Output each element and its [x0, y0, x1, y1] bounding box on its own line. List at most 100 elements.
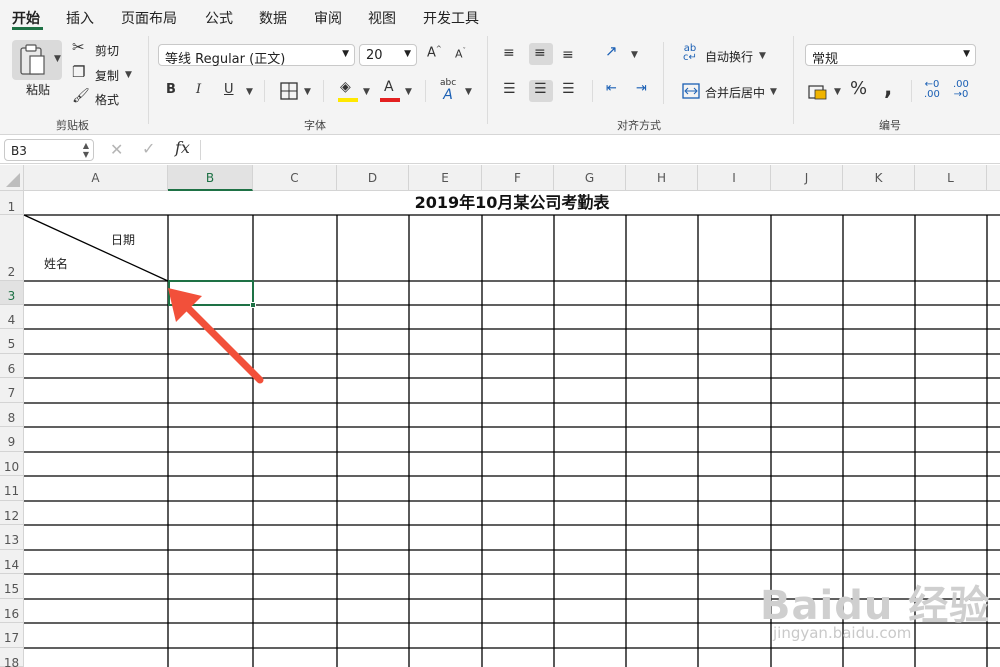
tab-formulas[interactable]: 公式	[205, 8, 233, 28]
chevron-down-icon[interactable]: ▼	[304, 87, 311, 97]
font-color-icon[interactable]: A	[384, 80, 394, 94]
row-header-10[interactable]: 10	[0, 452, 24, 476]
row-header-11[interactable]: 11	[0, 476, 24, 501]
sheet-title[interactable]: 2019年10月某公司考勤表	[24, 191, 1000, 215]
divider	[323, 80, 324, 102]
header-date-label: 日期	[111, 233, 136, 247]
orientation-icon[interactable]: ↗	[605, 44, 618, 59]
row-header-3[interactable]: 3	[0, 281, 24, 305]
underline-icon[interactable]: U	[224, 83, 234, 96]
row-header-12[interactable]: 12	[0, 501, 24, 525]
decrease-font-icon[interactable]: Aˇ	[455, 48, 466, 60]
borders-icon[interactable]	[280, 82, 298, 100]
column-header-d[interactable]: D	[337, 165, 409, 191]
align-middle-icon[interactable]: ≡	[534, 46, 546, 60]
align-top-icon[interactable]: ≡	[503, 46, 515, 60]
chevron-down-icon[interactable]: ▼	[363, 87, 370, 97]
merge-center-icon[interactable]	[682, 83, 700, 99]
copy-icon[interactable]: ❐	[72, 65, 85, 80]
column-header-h[interactable]: H	[626, 165, 698, 191]
column-header-l[interactable]: L	[915, 165, 987, 191]
phonetic-icon[interactable]: abc A	[440, 79, 456, 103]
font-name-select[interactable]: 等线 Regular (正文) ▼	[158, 44, 355, 67]
wrap-text-icon[interactable]: ab c↵	[683, 44, 697, 63]
column-header-c[interactable]: C	[253, 165, 337, 191]
select-all-corner[interactable]	[0, 165, 24, 191]
scissors-icon[interactable]: ✂	[72, 40, 85, 55]
copy-button[interactable]: 复制	[95, 67, 119, 84]
column-header-e[interactable]: E	[409, 165, 482, 191]
tab-review[interactable]: 审阅	[314, 8, 342, 28]
row-header-6[interactable]: 6	[0, 354, 24, 378]
column-header-k[interactable]: K	[843, 165, 915, 191]
chevron-down-icon[interactable]: ▼	[770, 87, 777, 97]
column-header-b[interactable]: B	[168, 165, 253, 191]
chevron-down-icon[interactable]: ▼	[465, 87, 472, 97]
number-format-select[interactable]: 常规 ▼	[805, 44, 976, 67]
align-bottom-icon[interactable]: ≡	[562, 48, 574, 62]
fill-color-swatch	[338, 98, 358, 102]
row-header-1[interactable]: 1	[0, 191, 24, 215]
row-header-4[interactable]: 4	[0, 305, 24, 329]
column-header-f[interactable]: F	[482, 165, 554, 191]
increase-indent-icon[interactable]: ⇥	[636, 82, 647, 95]
row-header-7[interactable]: 7	[0, 378, 24, 403]
cut-button[interactable]: 剪切	[95, 42, 119, 59]
row-header-18[interactable]: 18	[0, 648, 24, 667]
accounting-format-icon[interactable]	[808, 84, 828, 100]
percent-icon[interactable]: %	[850, 80, 867, 98]
paste-button[interactable]: ▼	[12, 40, 62, 80]
tab-page-layout[interactable]: 页面布局	[121, 8, 177, 28]
tab-insert[interactable]: 插入	[66, 8, 94, 28]
row-header-8[interactable]: 8	[0, 403, 24, 427]
decrease-indent-icon[interactable]: ⇤	[606, 82, 617, 95]
align-right-icon[interactable]: ☰	[562, 82, 575, 96]
chevron-down-icon[interactable]: ▼	[834, 87, 841, 97]
column-header-i[interactable]: I	[698, 165, 771, 191]
name-box[interactable]: B3 ▲ ▼	[4, 139, 94, 161]
row-header-14[interactable]: 14	[0, 550, 24, 574]
chevron-down-icon[interactable]: ▼	[405, 87, 412, 97]
merge-center-button[interactable]: 合并后居中	[705, 84, 765, 101]
group-label-font: 字体	[304, 119, 326, 132]
tab-view[interactable]: 视图	[368, 8, 396, 28]
formula-input[interactable]	[208, 143, 988, 159]
font-size-select[interactable]: 20 ▼	[359, 44, 417, 66]
insert-function-button[interactable]: fx	[175, 140, 190, 156]
row-header-2[interactable]: 2	[0, 215, 24, 281]
align-left-icon[interactable]: ☰	[503, 82, 516, 96]
increase-decimal-icon[interactable]: ←0.00	[924, 80, 940, 100]
row-header-15[interactable]: 15	[0, 574, 24, 599]
column-header-a[interactable]: A	[24, 165, 168, 191]
wrap-text-button[interactable]: 自动换行	[705, 48, 753, 65]
row-header-17[interactable]: 17	[0, 623, 24, 648]
row-header-13[interactable]: 13	[0, 525, 24, 550]
tab-data[interactable]: 数据	[259, 8, 287, 28]
row-header-9[interactable]: 9	[0, 427, 24, 452]
font-color-swatch	[380, 98, 400, 102]
cancel-icon[interactable]: ✕	[110, 142, 123, 158]
row-header-5[interactable]: 5	[0, 329, 24, 354]
chevron-down-icon: ▼	[342, 49, 349, 59]
italic-icon[interactable]: I	[196, 83, 201, 96]
align-center-icon[interactable]: ☰	[534, 82, 547, 96]
tab-home[interactable]: 开始	[12, 8, 40, 28]
chevron-down-icon[interactable]: ▼	[759, 51, 766, 61]
format-painter-button[interactable]: 格式	[95, 91, 119, 108]
bold-icon[interactable]: B	[166, 83, 176, 96]
menu-tabs: 开始 插入 页面布局 公式 数据 审阅 视图 开发工具	[0, 0, 1000, 32]
chevron-down-icon[interactable]: ▼	[631, 50, 638, 60]
comma-style-icon[interactable]: ,	[884, 78, 892, 100]
fill-color-icon[interactable]: ◈	[340, 80, 351, 94]
chevron-down-icon[interactable]: ▼	[54, 54, 61, 64]
increase-font-icon[interactable]: A^	[427, 46, 442, 60]
column-header-j[interactable]: J	[771, 165, 843, 191]
column-header-g[interactable]: G	[554, 165, 626, 191]
format-painter-icon[interactable]: 🖌	[72, 89, 90, 103]
decrease-decimal-icon[interactable]: .00 →0	[953, 80, 969, 100]
chevron-down-icon[interactable]: ▼	[246, 87, 253, 97]
tab-developer[interactable]: 开发工具	[423, 8, 479, 28]
row-header-16[interactable]: 16	[0, 599, 24, 623]
confirm-icon[interactable]: ✓	[142, 141, 155, 157]
chevron-down-icon[interactable]: ▼	[125, 70, 132, 80]
